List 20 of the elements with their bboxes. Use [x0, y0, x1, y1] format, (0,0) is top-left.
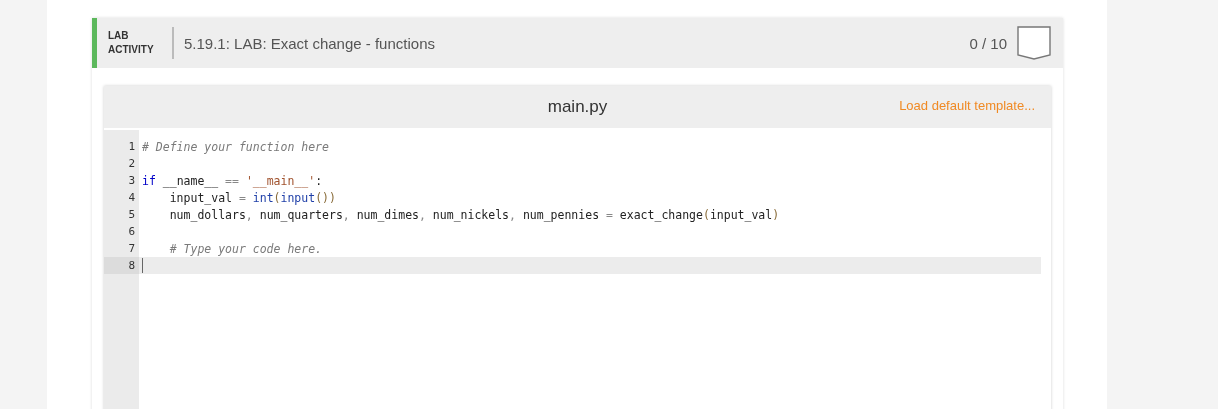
line-number: 5 [127, 207, 136, 223]
code-line: if __name__ == '__main__': [142, 173, 323, 188]
load-template-link[interactable]: Load default template... [899, 98, 1035, 113]
line-number: 6 [127, 224, 136, 240]
line-number: 8 [104, 257, 139, 274]
activity-title: 5.19.1: LAB: Exact change - functions [184, 34, 436, 52]
score-text: 0 / 10 [969, 34, 1007, 52]
line-number: 4 [127, 190, 136, 206]
badge-icon [1017, 26, 1051, 60]
code-line: num_dollars, num_quarters, num_dimes, num_nickels, num_pennies = exact_change(input_val) [168, 207, 780, 222]
activity-type-label: LAB ACTIVITY [108, 29, 155, 57]
code-line: # Define your function here [142, 139, 329, 154]
line-number: 2 [127, 156, 136, 172]
text-cursor [142, 258, 143, 273]
code-line: input_val = int(input()) [168, 190, 336, 205]
code-line: # Type your code here. [168, 241, 322, 256]
line-number: 1 [127, 139, 136, 155]
line-number: 7 [127, 241, 136, 257]
file-name: main.py [547, 97, 608, 117]
line-number: 3 [127, 173, 136, 189]
